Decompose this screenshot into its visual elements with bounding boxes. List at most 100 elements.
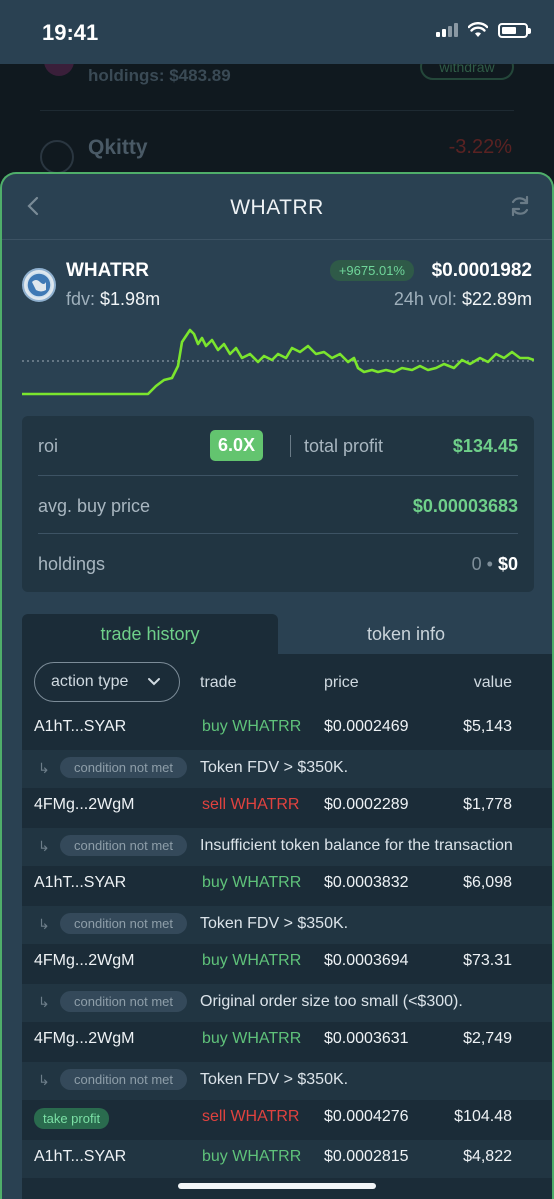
token-summary: WHATRR fdv: $1.98m +9675.01% $0.0001982 … [22, 260, 532, 320]
condition-message: Token FDV > $350K. [200, 759, 349, 776]
wallet: A1hT...SYAR [34, 1148, 127, 1165]
condition-badge: condition not met [60, 835, 188, 856]
condition-row: ↳ condition not met Token FDV > $350K. [22, 906, 552, 944]
condition-row: ↳ condition not met Insufficient token b… [22, 828, 552, 866]
background-holdings-list: holdings: $483.89 withdraw Qkitty -3.22% [0, 64, 554, 184]
refresh-icon [511, 195, 529, 217]
token-detail-sheet: WHATRR WHATRR fdv: $1.98m +9675.01% $0.0… [0, 172, 554, 1199]
trade-price: $0.0002289 [324, 796, 409, 813]
condition-badge: condition not met [60, 1069, 188, 1090]
trade-action: buy WHATRR [202, 1030, 302, 1047]
sheet-title: WHATRR [230, 196, 324, 219]
condition-message: Token FDV > $350K. [200, 915, 349, 932]
trade-history-table: action type trade price value A1hT...SYA… [22, 654, 552, 1199]
price-line [22, 328, 534, 396]
holdings-value: 0 • $0 [471, 554, 518, 574]
roi-badge: 6.0X [210, 430, 264, 461]
cellular-signal-icon [436, 23, 458, 37]
condition-message: Insufficient token balance for the trans… [200, 837, 513, 854]
trade-action: buy WHATRR [202, 718, 302, 735]
take-profit-badge: take profit [34, 1108, 110, 1129]
holdings-label: holdings [38, 554, 106, 574]
table-row[interactable]: 4FMg...2WgM buy WHATRR $0.0003631 $2,749 [22, 1022, 552, 1060]
trade-price: $0.0003694 [324, 952, 409, 969]
sheet-header: WHATRR [2, 174, 552, 240]
battery-icon [498, 22, 531, 38]
condition-message: Token FDV > $350K. [200, 1071, 349, 1088]
trade-value: $104.48 [454, 1108, 512, 1125]
roi-row: roi 6.0X total profit $134.45 [38, 416, 518, 474]
fdv: fdv: $1.98m [66, 289, 160, 310]
refresh-button[interactable] [508, 194, 532, 218]
divider [40, 110, 514, 111]
position-stats: roi 6.0X total profit $134.45 avg. buy p… [22, 416, 534, 592]
table-row[interactable]: A1hT...SYAR buy WHATRR $0.0002815 $4,822 [22, 1140, 552, 1178]
price-change-badge: +9675.01% [329, 260, 414, 281]
volume-value: $22.89m [461, 289, 532, 309]
status-time: 19:41 [42, 20, 99, 45]
column-value: value [473, 674, 512, 691]
table-row[interactable]: A1hT...SYAR buy WHATRR $0.0003832 $6,098 [22, 866, 552, 904]
roi-label: roi [38, 436, 59, 456]
holdings-row: holdings 0 • $0 [38, 533, 518, 591]
volume: 24h vol: $22.89m [394, 289, 532, 310]
price-chart [22, 328, 534, 396]
trade-action: buy WHATRR [202, 1148, 302, 1165]
column-price: price [324, 674, 359, 691]
token-avatar [44, 64, 74, 76]
table-row[interactable]: take profit sell WHATRR $0.0004276 $104.… [22, 1100, 552, 1138]
condition-badge: condition not met [60, 757, 188, 778]
trade-value: $5,143 [463, 718, 512, 735]
withdraw-button: withdraw [420, 64, 514, 80]
trade-value: $73.31 [463, 952, 512, 969]
trade-price: $0.0002815 [324, 1148, 409, 1165]
condition-message: Original order size too small (<$300). [200, 993, 463, 1010]
trade-action: sell WHATRR [202, 1108, 300, 1125]
reply-arrow-icon: ↳ [38, 994, 50, 1010]
column-trade: trade [200, 674, 237, 691]
table-row[interactable]: 4FMg...2WgM sell WHATRR $0.0002289 $1,77… [22, 788, 552, 826]
token-name: WHATRR [66, 260, 150, 281]
trade-price: $0.0002469 [324, 718, 409, 735]
trade-price: $0.0003631 [324, 1030, 409, 1047]
trade-action: buy WHATRR [202, 952, 302, 969]
reply-arrow-icon: ↳ [38, 838, 50, 854]
trade-value: $2,749 [463, 1030, 512, 1047]
wallet: 4FMg...2WgM [34, 796, 135, 813]
status-bar: 19:41 [0, 0, 554, 64]
condition-badge: condition not met [60, 913, 188, 934]
avg-buy-row: avg. buy price $0.00003683 [38, 475, 518, 533]
background-holdings: holdings: $483.89 [88, 66, 231, 85]
avg-buy-label: avg. buy price [38, 496, 151, 516]
background-token-name: Qkitty [88, 136, 148, 159]
wallet: A1hT...SYAR [34, 874, 127, 891]
fdv-value: $1.98m [100, 289, 161, 309]
reply-arrow-icon: ↳ [38, 916, 50, 932]
tab-token-info[interactable]: token info [278, 614, 534, 654]
table-row[interactable]: A1hT...SYAR buy WHATRR $0.0002469 $5,143 [22, 710, 552, 748]
trade-action: buy WHATRR [202, 874, 302, 891]
condition-row: ↳ condition not met Original order size … [22, 984, 552, 1022]
holdings-qty: 0 [471, 554, 482, 574]
status-icons [436, 22, 531, 38]
trade-action: sell WHATRR [202, 796, 300, 813]
token-avatar [40, 140, 74, 174]
trade-price: $0.0003832 [324, 874, 409, 891]
trade-price: $0.0004276 [324, 1108, 409, 1125]
volume-label: 24h vol: [393, 289, 457, 309]
table-row[interactable]: 4FMg...2WgM buy WHATRR $0.0003694 $73.31 [22, 944, 552, 982]
action-type-filter[interactable]: action type [34, 662, 180, 702]
chevron-down-icon [147, 663, 161, 715]
background-token-change: -3.22% [448, 136, 512, 158]
tab-bar: trade history token info [22, 614, 534, 654]
home-indicator[interactable] [178, 1183, 376, 1189]
reply-arrow-icon: ↳ [38, 1072, 50, 1088]
fdv-label: fdv: [66, 289, 96, 309]
wallet: 4FMg...2WgM [34, 952, 135, 969]
trade-value: $4,822 [463, 1148, 512, 1165]
wifi-icon [468, 22, 488, 37]
trade-value: $6,098 [463, 874, 512, 891]
total-profit-value: $134.45 [452, 436, 518, 456]
action-type-label: action type [51, 673, 129, 690]
tab-trade-history[interactable]: trade history [22, 614, 278, 654]
